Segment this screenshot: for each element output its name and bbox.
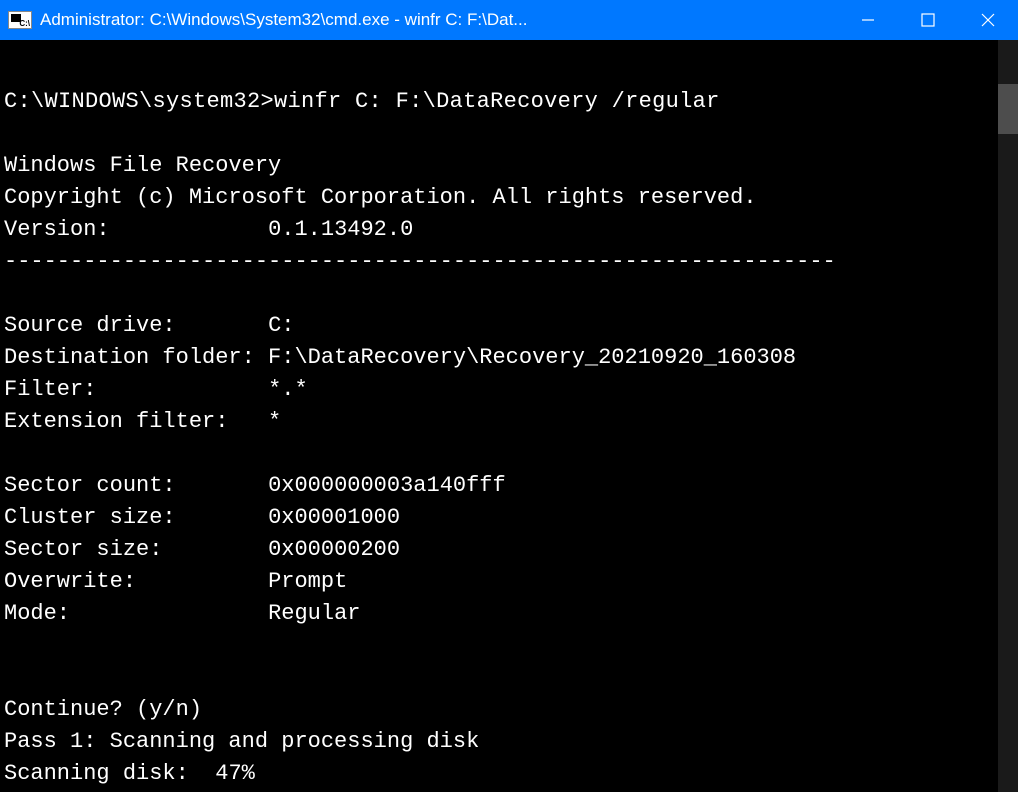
ext-filter-label: Extension filter: (4, 409, 228, 434)
sector-size-label: Sector size: (4, 537, 162, 562)
cmd-app-icon: C:\ (8, 11, 32, 29)
version-value: 0.1.13492.0 (268, 217, 413, 242)
filter-value: *.* (268, 377, 308, 402)
pass-line: Pass 1: Scanning and processing disk (4, 729, 479, 754)
close-button[interactable] (958, 0, 1018, 40)
window-titlebar: C:\ Administrator: C:\Windows\System32\c… (0, 0, 1018, 40)
scan-percent: 47% (215, 761, 255, 786)
source-drive-value: C: (268, 313, 294, 338)
source-drive-label: Source drive: (4, 313, 176, 338)
minimize-icon (861, 13, 875, 27)
sector-count-label: Sector count: (4, 473, 176, 498)
app-name: Windows File Recovery (4, 153, 281, 178)
sector-size-value: 0x00000200 (268, 537, 400, 562)
dest-folder-label: Destination folder: (4, 345, 255, 370)
maximize-button[interactable] (898, 0, 958, 40)
close-icon (981, 13, 995, 27)
overwrite-value: Prompt (268, 569, 347, 594)
overwrite-label: Overwrite: (4, 569, 136, 594)
command-text: winfr C: F:\DataRecovery /regular (274, 89, 720, 114)
mode-label: Mode: (4, 601, 70, 626)
ext-filter-value: * (268, 409, 281, 434)
window-controls (838, 0, 1018, 40)
dest-folder-value: F:\DataRecovery\Recovery_20210920_160308 (268, 345, 796, 370)
maximize-icon (921, 13, 935, 27)
mode-value: Regular (268, 601, 360, 626)
cluster-size-value: 0x00001000 (268, 505, 400, 530)
window-title: Administrator: C:\Windows\System32\cmd.e… (40, 10, 527, 30)
divider-line: ----------------------------------------… (4, 249, 836, 274)
minimize-button[interactable] (838, 0, 898, 40)
continue-prompt: Continue? (y/n) (4, 697, 202, 722)
scan-label: Scanning disk: (4, 761, 189, 786)
copyright-line: Copyright (c) Microsoft Corporation. All… (4, 185, 757, 210)
scrollbar-track[interactable] (998, 40, 1018, 792)
prompt-text: C:\WINDOWS\system32> (4, 89, 274, 114)
console-area[interactable]: C:\WINDOWS\system32>winfr C: F:\DataReco… (0, 40, 1018, 792)
sector-count-value: 0x000000003a140fff (268, 473, 506, 498)
cluster-size-label: Cluster size: (4, 505, 176, 530)
version-label: Version: (4, 217, 110, 242)
filter-label: Filter: (4, 377, 96, 402)
scrollbar-thumb[interactable] (998, 84, 1018, 134)
